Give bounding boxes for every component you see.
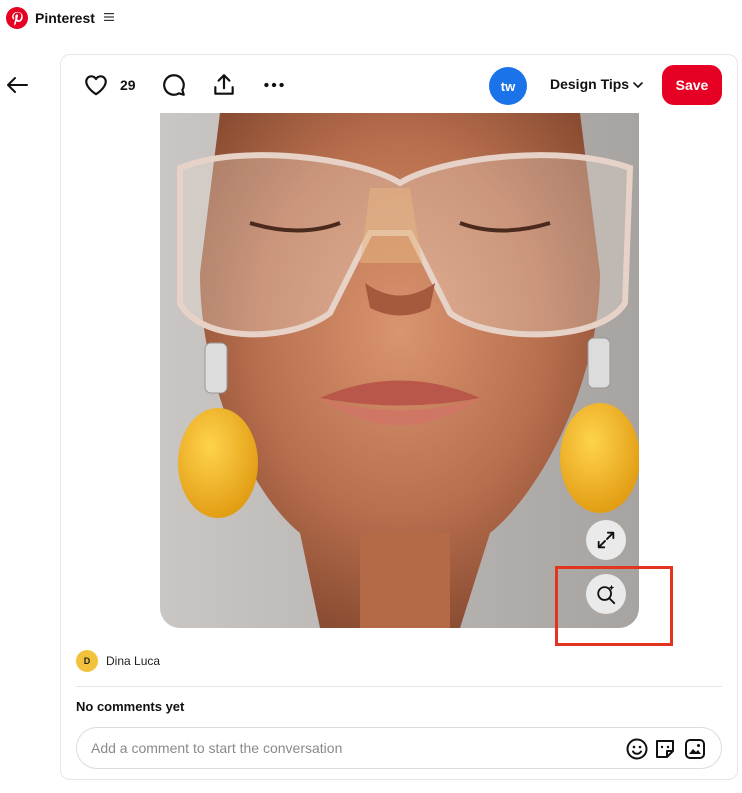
- expand-button[interactable]: [586, 520, 626, 560]
- pinterest-logo[interactable]: [6, 7, 28, 29]
- photo-icon[interactable]: [683, 737, 707, 761]
- share-icon[interactable]: [211, 72, 237, 98]
- menu-icon[interactable]: [104, 12, 114, 22]
- sticker-icon[interactable]: [653, 737, 677, 761]
- pin-card: 29 tw Design Tips Save D Dina Luca No co…: [60, 54, 738, 780]
- more-icon[interactable]: [261, 72, 287, 98]
- comments-heading: No comments yet: [76, 699, 185, 714]
- author-name[interactable]: Dina Luca: [106, 654, 160, 668]
- like-count: 29: [120, 77, 136, 93]
- comment-box[interactable]: [76, 727, 722, 769]
- save-button[interactable]: Save: [662, 65, 722, 105]
- divider: [76, 686, 722, 687]
- emoji-icon[interactable]: [625, 737, 649, 761]
- board-name[interactable]: Design Tips: [550, 76, 629, 92]
- top-bar: Pinterest: [0, 0, 742, 38]
- pin-image[interactable]: [160, 113, 639, 628]
- highlight-box: [555, 566, 673, 646]
- back-arrow-icon[interactable]: [5, 73, 29, 97]
- brand-name[interactable]: Pinterest: [35, 10, 95, 26]
- author-row[interactable]: D Dina Luca: [76, 650, 160, 672]
- expand-icon: [597, 531, 615, 549]
- board-avatar[interactable]: tw: [489, 67, 527, 105]
- heart-icon[interactable]: [83, 72, 109, 98]
- pin-action-bar: 29 tw Design Tips Save: [61, 55, 737, 115]
- chevron-down-icon[interactable]: [632, 79, 644, 91]
- comment-input[interactable]: [91, 736, 591, 760]
- pin-photo: [160, 113, 639, 628]
- comment-icon[interactable]: [161, 72, 187, 98]
- avatar[interactable]: D: [76, 650, 98, 672]
